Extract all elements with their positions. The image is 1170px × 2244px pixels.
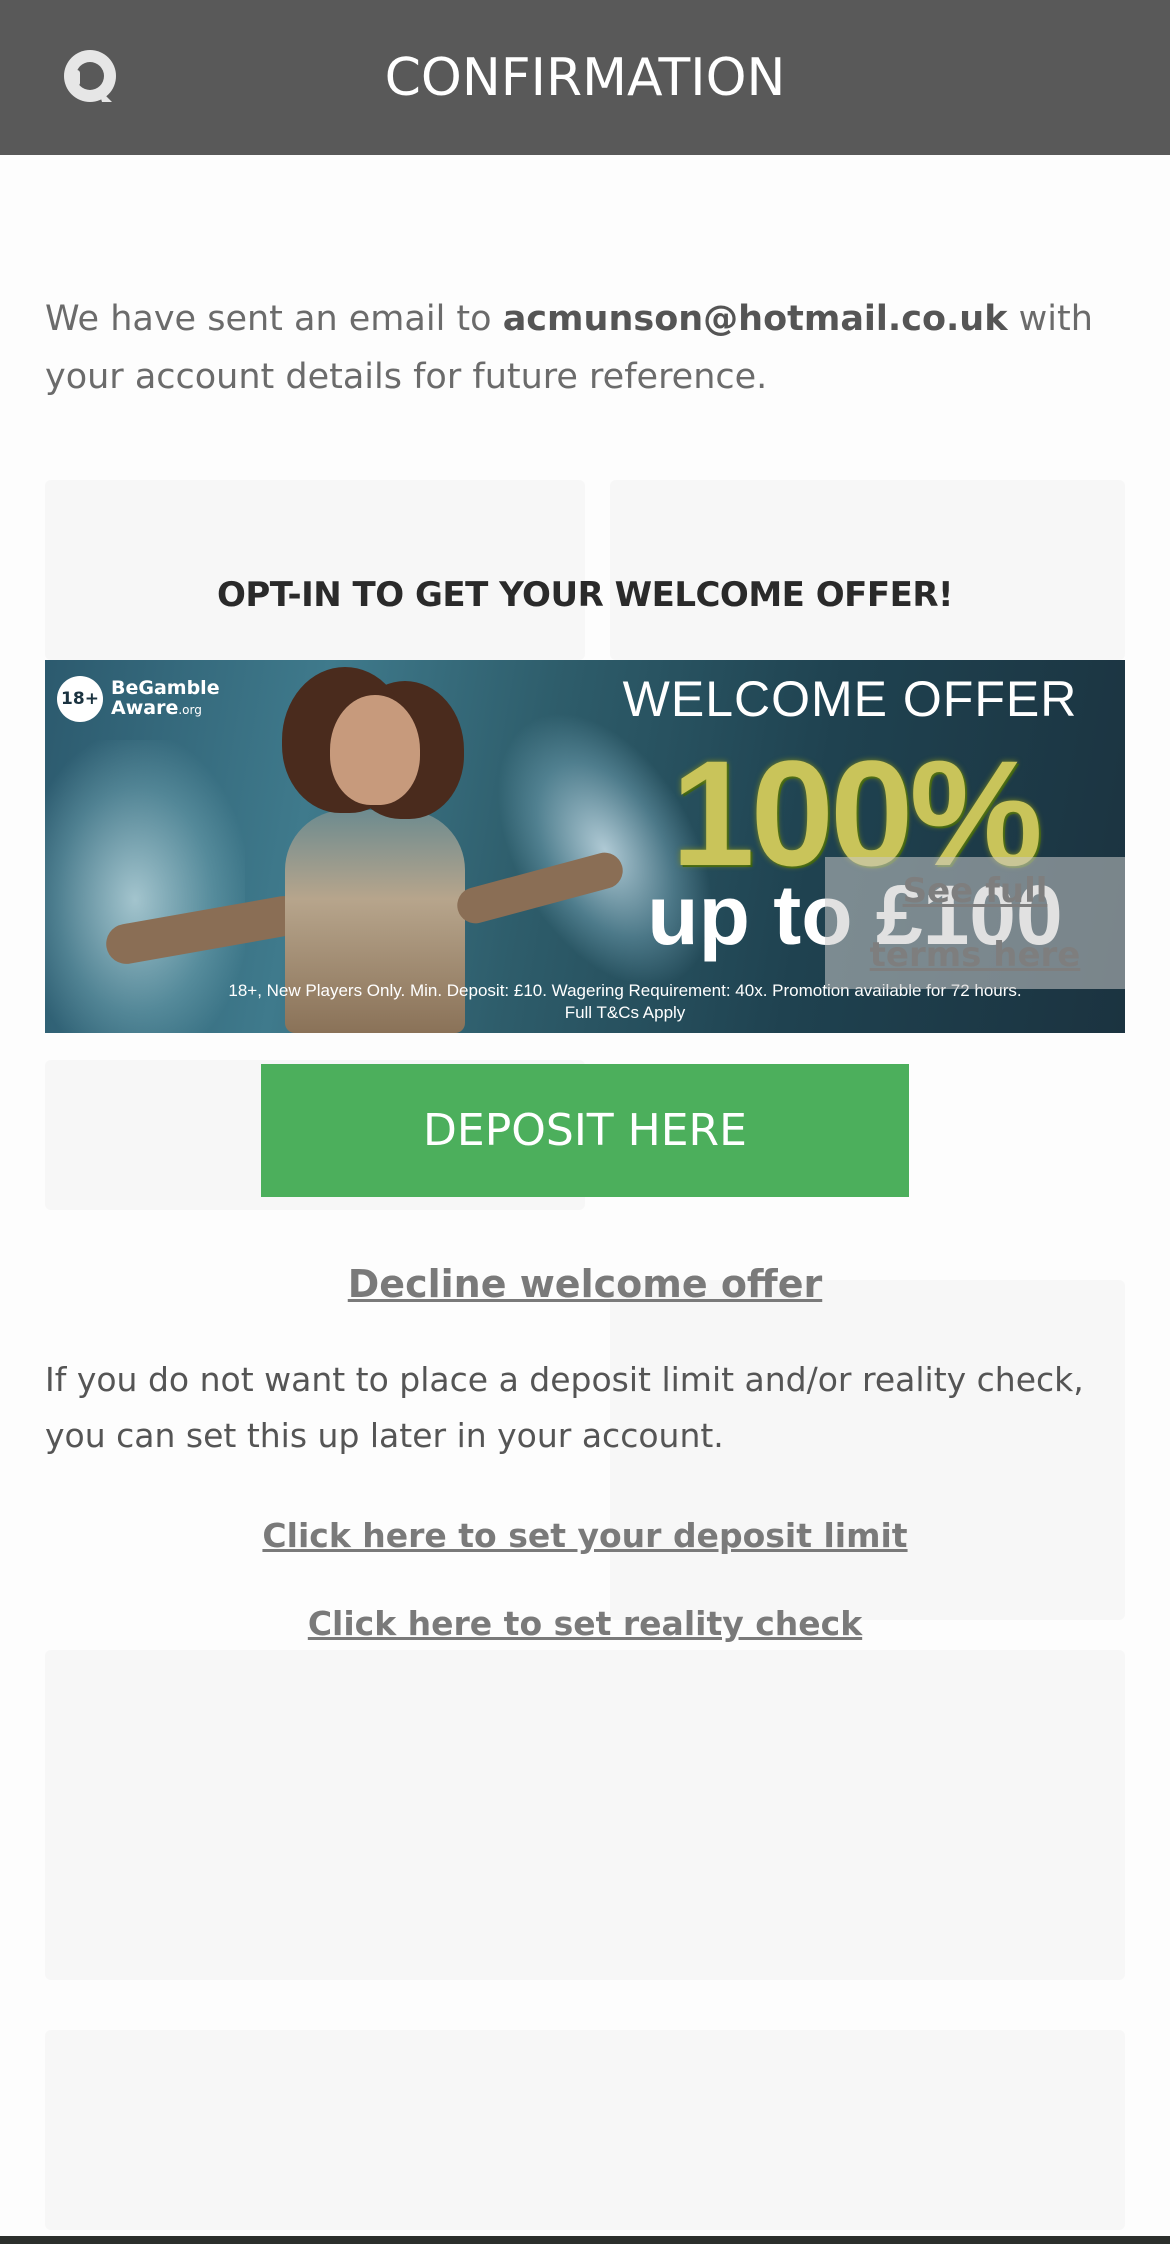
deposit-button[interactable]: DEPOSIT HERE bbox=[261, 1064, 909, 1197]
badge-brand: BeGamble bbox=[111, 677, 220, 699]
terms-link-line: terms here bbox=[869, 935, 1081, 975]
background-tile bbox=[45, 480, 585, 660]
background-footer-bar bbox=[0, 2236, 1170, 2244]
banner-figure-head bbox=[330, 695, 420, 805]
confirmation-header: CONFIRMATION bbox=[0, 0, 1170, 155]
email-confirmation-message: We have sent an email to acmunson@hotmai… bbox=[45, 290, 1125, 406]
badge-brand-2: Aware bbox=[111, 697, 179, 719]
intro-prefix: We have sent an email to bbox=[45, 299, 503, 339]
background-tile bbox=[45, 2030, 1125, 2230]
welcome-offer-heading: OPT-IN TO GET YOUR WELCOME OFFER! bbox=[216, 575, 954, 615]
terms-link-line: See full bbox=[902, 871, 1048, 911]
account-email: acmunson@hotmail.co.uk bbox=[502, 299, 1008, 339]
small-print-line: Full T&Cs Apply bbox=[564, 1003, 686, 1022]
offer-heading: WELCOME OFFER bbox=[622, 671, 1078, 727]
limits-info-text: If you do not want to place a deposit li… bbox=[45, 1360, 1084, 1455]
begambleaware-logo: 18+ BeGamble Aware.org bbox=[57, 676, 220, 722]
chat-support-icon[interactable] bbox=[58, 46, 122, 110]
page-title: CONFIRMATION bbox=[384, 47, 786, 108]
background-tile bbox=[45, 1650, 1125, 1980]
background-tile bbox=[610, 480, 1125, 660]
set-reality-check-link[interactable]: Click here to set reality check bbox=[0, 1604, 1170, 1643]
age-restriction-badge: 18+ bbox=[57, 676, 103, 722]
terms-overlay: See full terms here bbox=[825, 857, 1125, 989]
welcome-offer-banner: 18+ BeGamble Aware.org WELCOME OFFER 100… bbox=[45, 660, 1125, 1033]
badge-domain: .org bbox=[178, 703, 202, 717]
set-deposit-limit-link[interactable]: Click here to set your deposit limit bbox=[0, 1516, 1170, 1555]
decline-offer-link[interactable]: Decline welcome offer bbox=[0, 1262, 1170, 1306]
begambleaware-text: BeGamble Aware.org bbox=[111, 678, 220, 720]
see-full-terms-link[interactable]: See full terms here bbox=[825, 857, 1125, 989]
